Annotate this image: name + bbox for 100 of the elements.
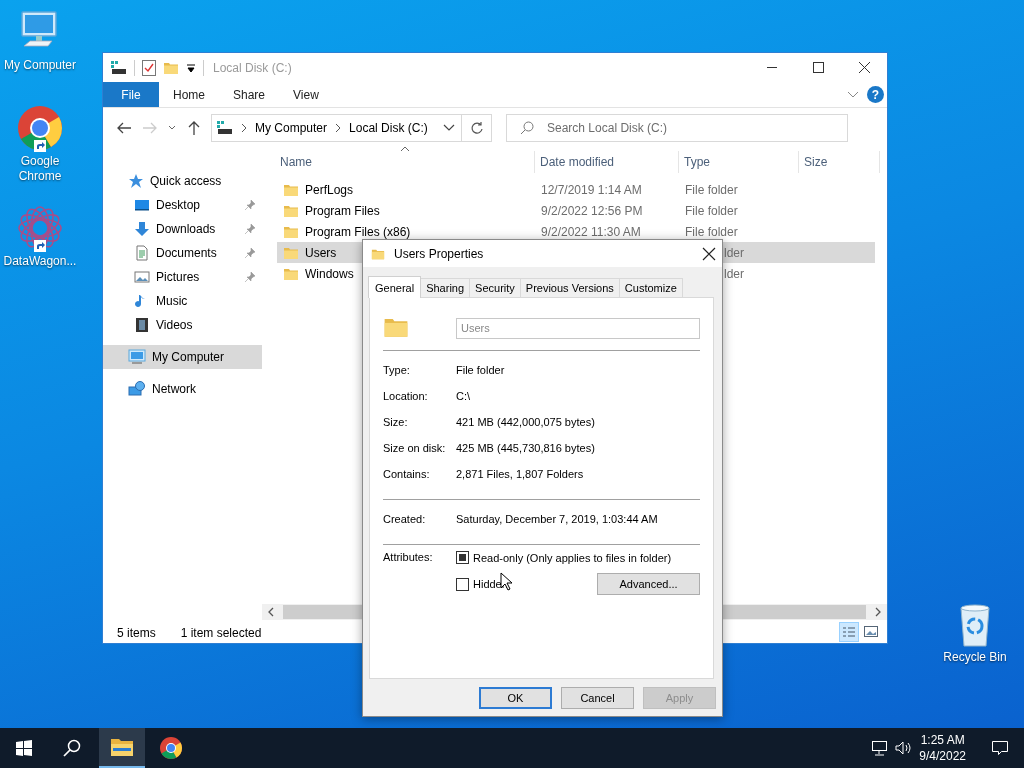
column-header[interactable]: Name [275, 151, 535, 173]
name-field[interactable]: Users [456, 317, 700, 339]
property-value: 421 MB (442,000,075 bytes) [456, 416, 596, 428]
property-value: Saturday, December 7, 2019, 1:03:44 AM [456, 513, 659, 525]
pin-icon [245, 272, 255, 282]
file-row[interactable]: Program Files (x86) 9/2/2022 11:30 AM File folder [277, 221, 875, 242]
file-type: lder [724, 245, 744, 260]
drive-icon [111, 60, 127, 75]
clock-time: 1:25 AM [920, 732, 965, 748]
desktop-icon-label[interactable]: Recycle Bin [937, 650, 1013, 665]
expand-ribbon-icon[interactable] [847, 90, 859, 99]
breadcrumb-item[interactable]: Local Disk (C:) [349, 121, 428, 135]
star-icon [128, 173, 144, 189]
dialog-tab[interactable]: Security [469, 278, 521, 297]
search-icon[interactable] [63, 739, 81, 757]
property-value: C:\ [456, 390, 472, 402]
window-title: Local Disk (C:) [213, 60, 292, 75]
start-icon[interactable] [16, 740, 32, 756]
shortcut-arrow-icon [34, 240, 46, 252]
help-button[interactable]: ? [867, 86, 884, 103]
dialog-tab[interactable]: Sharing [420, 278, 471, 297]
selection-count: 1 item selected [180, 625, 262, 640]
checkbox[interactable] [456, 551, 469, 564]
file-menu-button[interactable]: File [103, 82, 159, 107]
dialog-tab[interactable]: General [368, 276, 422, 298]
file-name: PerfLogs [305, 182, 354, 197]
column-header[interactable]: Date modified [535, 151, 679, 173]
scroll-left-icon[interactable] [267, 607, 275, 617]
picture-icon [134, 269, 150, 285]
checkbox-label[interactable]: Read-only (Only applies to files in folder) [473, 551, 672, 564]
property-value: 425 MB (445,730,816 bytes) [456, 442, 596, 454]
file-type: lder [724, 266, 744, 281]
property-label: Type: [383, 364, 411, 376]
property-label: Size on disk: [383, 442, 447, 454]
up-arrow-icon[interactable] [188, 121, 200, 135]
properties-icon[interactable] [142, 59, 156, 76]
refresh-icon[interactable] [469, 121, 484, 135]
nav-item[interactable]: Documents [103, 241, 262, 265]
nav-item[interactable]: Videos [103, 313, 262, 337]
date-modified: 9/2/2022 12:56 PM [541, 203, 643, 218]
file-name: Windows [305, 266, 354, 281]
speech-bubble-icon[interactable] [991, 740, 1009, 756]
network-icon[interactable] [871, 740, 890, 756]
dialog-button[interactable]: OK [479, 687, 552, 709]
ribbon-tab[interactable]: Share [219, 82, 280, 107]
nav-item[interactable]: Desktop [103, 193, 262, 217]
desktop-icon [134, 197, 150, 213]
nav-item[interactable]: Downloads [103, 217, 262, 241]
advanced-button[interactable]: Advanced... [597, 573, 700, 595]
dialog-title: Users Properties [394, 246, 484, 261]
property-value: File folder [456, 364, 506, 376]
column-header[interactable]: Size [799, 151, 880, 173]
address-bar[interactable]: My Computer Local Disk (C:) [211, 114, 462, 142]
shortcut-arrow-icon [34, 140, 46, 152]
network-icon [128, 381, 146, 397]
taskbar-app[interactable] [99, 728, 145, 768]
dialog-button[interactable]: Cancel [561, 687, 634, 709]
chevron-right-icon [334, 123, 343, 133]
scroll-right-icon[interactable] [874, 607, 882, 617]
search-field[interactable]: Search Local Disk (C:) [506, 114, 848, 142]
nav-item[interactable]: My Computer [103, 345, 262, 369]
clock-date: 9/4/2022 [919, 748, 966, 764]
date-modified: 12/7/2019 1:14 AM [541, 182, 642, 197]
chevron-down-icon[interactable] [443, 124, 455, 132]
checkbox[interactable] [456, 577, 469, 591]
file-name: Program Files [305, 203, 380, 218]
refresh-button[interactable] [462, 114, 492, 142]
film-icon [134, 317, 150, 333]
breadcrumb-item[interactable]: My Computer [255, 121, 328, 135]
file-type: File folder [685, 203, 738, 218]
property-label: Created: [383, 513, 427, 525]
dialog-tab[interactable]: Customize [618, 278, 683, 297]
pin-icon [245, 200, 255, 210]
property-label: Contains: [383, 468, 431, 480]
ribbon-tab[interactable]: Home [159, 82, 219, 107]
nav-item[interactable]: Network [103, 377, 262, 401]
ribbon-tab[interactable]: View [279, 82, 333, 107]
drive-icon [217, 121, 233, 135]
clock[interactable]: 1:25 AM 9/4/2022 [919, 732, 966, 764]
nav-item[interactable]: Quick access [103, 169, 262, 193]
nav-item[interactable]: Pictures [103, 265, 262, 289]
property-label: Location: [383, 390, 429, 402]
volume-icon[interactable] [895, 740, 912, 756]
chrome-logo-icon [159, 736, 183, 760]
recent-dropdown-icon[interactable] [168, 125, 176, 131]
file-row[interactable]: PerfLogs 12/7/2019 1:14 AM File folder [277, 179, 875, 200]
chrome-logo-icon [16, 104, 64, 152]
download-arrow-icon [134, 221, 150, 237]
computer-icon [128, 349, 146, 365]
property-label: Size: [383, 416, 409, 428]
pin-icon [245, 224, 255, 234]
column-header[interactable]: Type [679, 151, 799, 173]
date-modified: 9/2/2022 11:30 AM [541, 224, 641, 239]
back-arrow-icon[interactable] [117, 122, 131, 134]
close-button[interactable] [702, 246, 716, 261]
dropdown-icon[interactable] [186, 62, 196, 73]
nav-item[interactable]: Music [103, 289, 262, 313]
file-name: Users [305, 245, 337, 260]
file-row[interactable]: Program Files 9/2/2022 12:56 PM File folder [277, 200, 875, 221]
document-icon [134, 245, 150, 261]
